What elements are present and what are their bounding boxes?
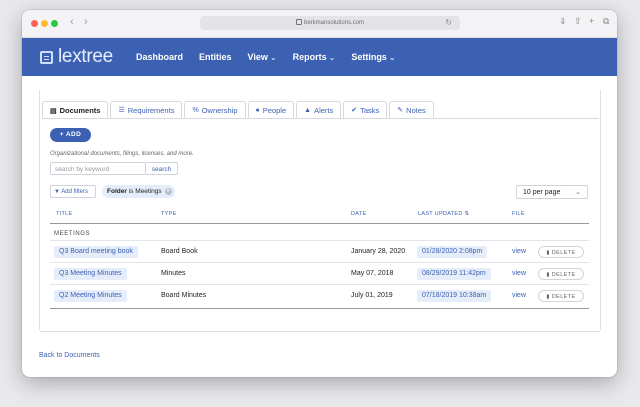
group-label: MEETINGS: [54, 231, 91, 237]
trash-icon: ▮: [546, 272, 550, 278]
check-circle-icon: ✔: [351, 107, 358, 114]
delete-button[interactable]: ▮ DELETE: [538, 246, 584, 258]
document-title-link[interactable]: Q3 Meeting Minutes: [54, 268, 127, 280]
main-nav: Dashboard Entities View ⌄ Reports ⌄ Settin…: [136, 38, 412, 76]
per-page-select[interactable]: 10 per page ⌄: [516, 185, 588, 199]
page-content: ▤ Documents ☰ Requirements % Ownership ● Peo…: [22, 76, 617, 377]
nav-reports[interactable]: Reports ⌄: [293, 52, 336, 62]
tab-requirements[interactable]: ☰ Requirements: [110, 101, 183, 118]
column-header-date[interactable]: DATE: [351, 211, 366, 217]
view-file-link[interactable]: view: [512, 263, 526, 285]
filter-icon: ▼: [54, 189, 60, 195]
tab-people[interactable]: ● People: [247, 101, 295, 118]
back-to-documents-link[interactable]: Back to Documents: [39, 352, 100, 359]
tab-ownership[interactable]: % Ownership: [184, 101, 246, 118]
share-icon[interactable]: ⇧: [574, 16, 582, 27]
browser-window: ‹ › berkmansolutions.com ↻ ⇓ ⇧ + ⧉ lextr…: [22, 10, 617, 377]
remove-filter-icon[interactable]: ✕: [164, 188, 172, 195]
trash-icon: ▮: [546, 294, 550, 300]
entity-tabs: ▤ Documents ☰ Requirements % Ownership ● Peo…: [42, 101, 436, 119]
search-button[interactable]: search: [146, 162, 178, 175]
url-text: berkmansolutions.com: [303, 20, 365, 26]
bell-icon: ▲: [304, 106, 312, 114]
percent-icon: %: [192, 106, 199, 114]
document-title-link[interactable]: Q2 Meeting Minutes: [54, 290, 127, 302]
chevron-down-icon: ⌄: [388, 53, 396, 62]
header-divider: [50, 223, 589, 224]
last-updated-value: 01/28/2020 2:08pm: [417, 246, 488, 258]
chevron-down-icon: ⌄: [269, 53, 277, 62]
lock-icon: [295, 19, 302, 26]
column-header-type[interactable]: TYPE: [161, 211, 177, 217]
app-navbar: lextree Dashboard Entities View ⌄ Reports…: [22, 38, 617, 76]
tabs-overview-icon[interactable]: ⧉: [603, 16, 609, 27]
search-input[interactable]: search by keyword: [50, 162, 146, 175]
address-bar[interactable]: berkmansolutions.com ↻: [200, 16, 460, 30]
view-file-link[interactable]: view: [512, 285, 526, 307]
delete-button[interactable]: ▮ DELETE: [538, 268, 584, 280]
document-type: Board Minutes: [161, 292, 207, 299]
tab-tasks[interactable]: ✔ Tasks: [343, 101, 388, 118]
table-row: Q3 Meeting Minutes Minutes May 07, 2018 …: [50, 263, 589, 285]
table-bottom-divider: [50, 308, 589, 309]
document-title-link[interactable]: Q3 Board meeting book: [54, 246, 138, 258]
document-type: Board Book: [161, 248, 198, 255]
table-row: Q3 Board meeting book Board Book January…: [50, 241, 589, 263]
nav-view[interactable]: View ⌄: [248, 52, 277, 62]
edit-icon: ✎: [397, 107, 404, 114]
trash-icon: ▮: [546, 250, 550, 256]
logo[interactable]: lextree: [40, 46, 113, 67]
document-date: July 01, 2019: [351, 292, 393, 299]
chevron-down-icon: ⌄: [328, 53, 336, 62]
filter-chip: Folder is Meetings ✕: [102, 185, 175, 198]
nav-settings[interactable]: Settings ⌄: [351, 52, 395, 62]
column-header-file: FILE: [512, 211, 525, 217]
minimize-window-button[interactable]: [41, 20, 48, 27]
column-header-last-updated[interactable]: LAST UPDATED ⇅: [418, 211, 469, 217]
forward-arrow-icon[interactable]: ›: [84, 16, 88, 28]
new-tab-icon[interactable]: +: [589, 16, 594, 26]
list-icon: ☰: [118, 107, 125, 114]
browser-toolbar: ‹ › berkmansolutions.com ↻ ⇓ ⇧ + ⧉: [22, 10, 617, 38]
table-row: Q2 Meeting Minutes Board Minutes July 01…: [50, 285, 589, 307]
document-date: May 07, 2018: [351, 270, 394, 277]
person-icon: ●: [255, 106, 260, 114]
document-icon: ▤: [50, 107, 57, 115]
logo-icon: [40, 50, 53, 64]
view-file-link[interactable]: view: [512, 241, 526, 263]
tab-divider: [42, 118, 599, 119]
document-date: January 28, 2020: [351, 248, 406, 255]
close-window-button[interactable]: [31, 20, 38, 27]
tab-documents[interactable]: ▤ Documents: [42, 101, 109, 119]
sort-icon: ⇅: [464, 211, 470, 217]
document-type: Minutes: [161, 270, 186, 277]
last-updated-value: 07/18/2019 10:38am: [417, 290, 492, 302]
delete-button[interactable]: ▮ DELETE: [538, 290, 584, 302]
back-arrow-icon[interactable]: ‹: [70, 16, 74, 28]
tab-notes[interactable]: ✎ Notes: [389, 101, 434, 118]
nav-entities[interactable]: Entities: [199, 52, 232, 62]
add-document-button[interactable]: + ADD: [50, 128, 91, 142]
add-filters-button[interactable]: ▼ Add filters: [50, 185, 96, 198]
tab-alerts[interactable]: ▲ Alerts: [296, 101, 342, 118]
section-description: Organizational documents, filings, licen…: [50, 151, 194, 157]
column-header-title[interactable]: TITLE: [56, 211, 72, 217]
download-icon[interactable]: ⇓: [559, 16, 567, 27]
nav-dashboard[interactable]: Dashboard: [136, 52, 183, 62]
maximize-window-button[interactable]: [51, 20, 58, 27]
last-updated-value: 08/29/2019 11:42pm: [417, 268, 491, 280]
reload-icon[interactable]: ↻: [445, 16, 452, 30]
logo-text: lextree: [58, 46, 113, 67]
chevron-down-icon: ⌄: [575, 189, 581, 196]
